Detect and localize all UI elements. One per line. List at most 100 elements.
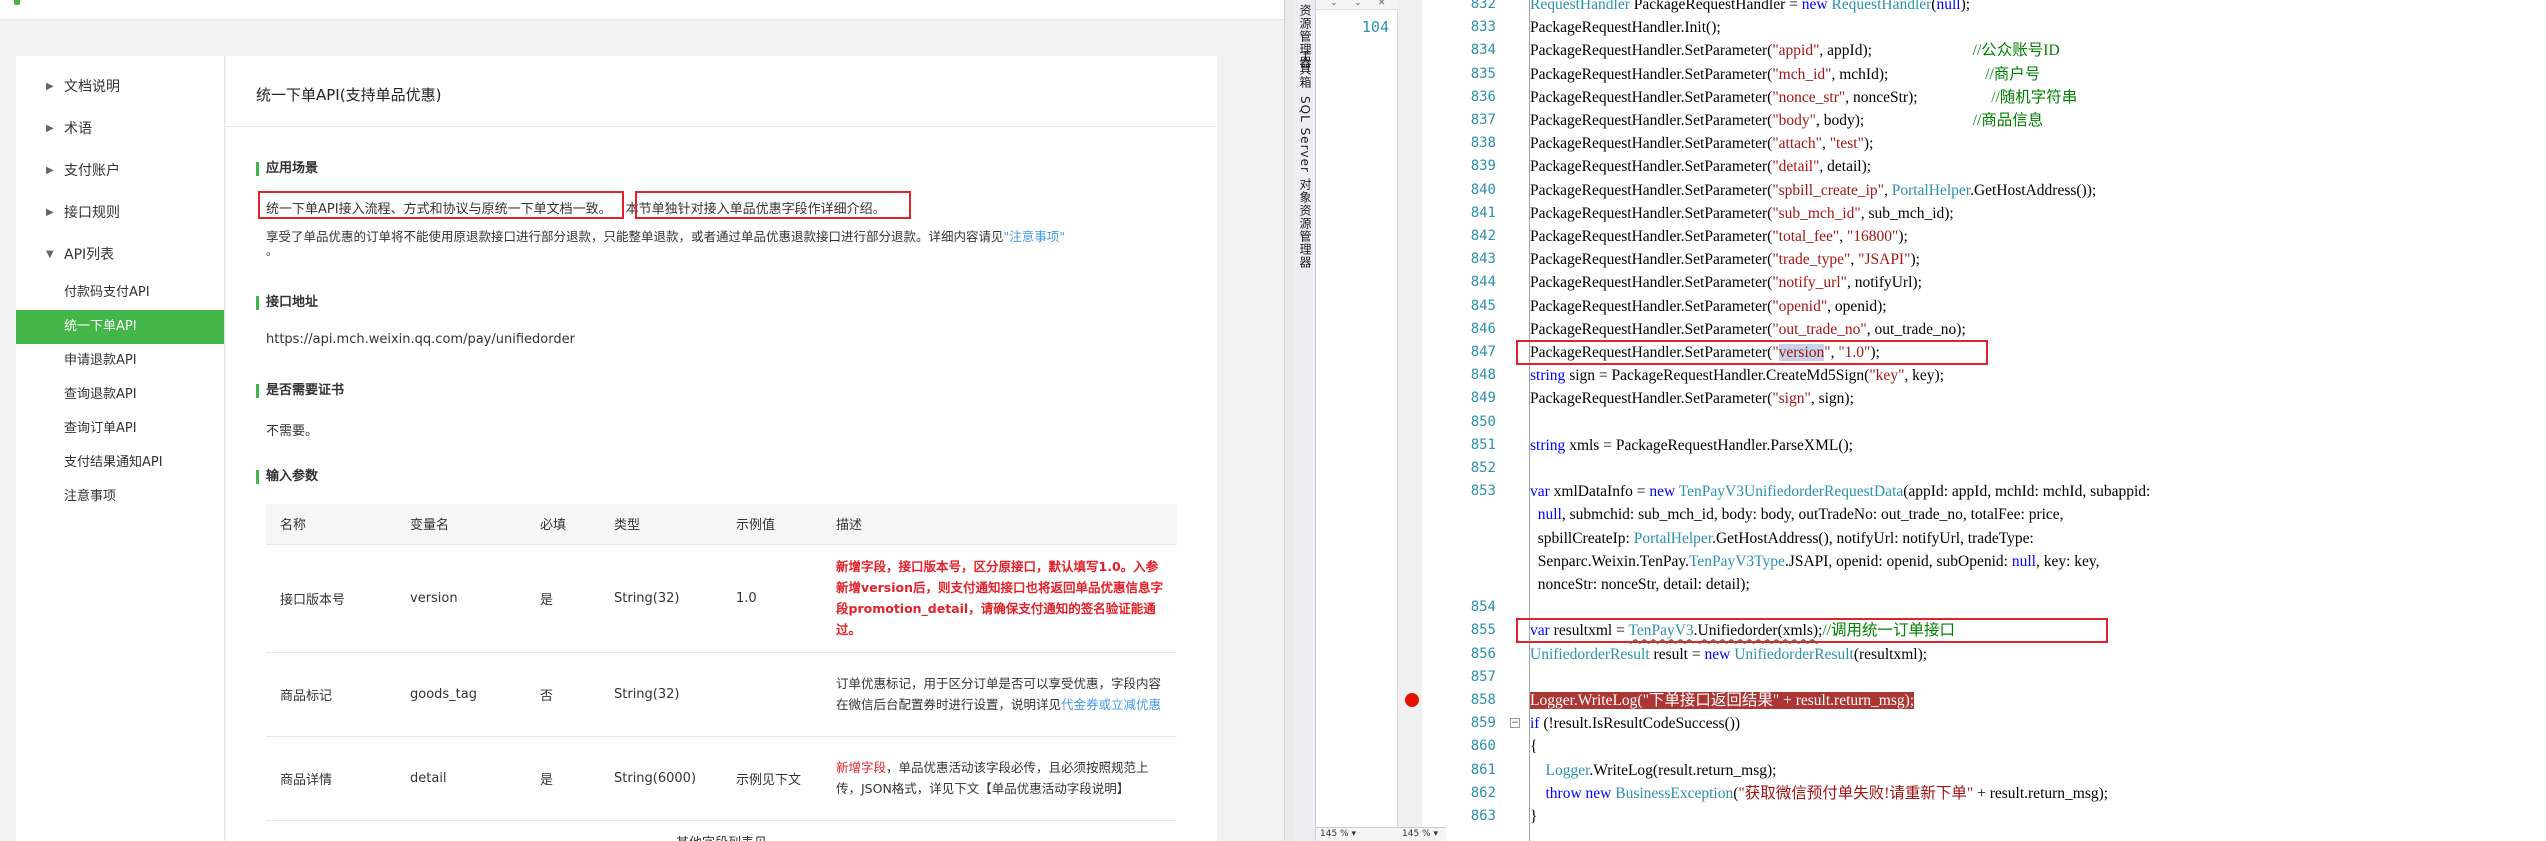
code-line[interactable]: string sign = PackageRequestHandler.Crea…	[1530, 364, 1944, 387]
line-number: 845	[1470, 297, 1496, 314]
close-icon[interactable]: ✕	[1378, 0, 1386, 8]
line-number: 832	[1470, 0, 1496, 12]
caret-right-icon: ▶	[46, 165, 54, 176]
notes-link[interactable]: "注意事项"	[1004, 229, 1066, 244]
code-line[interactable]: Senparc.Weixin.TenPay.TenPayV3Type.JSAPI…	[1530, 550, 2100, 573]
caret-right-icon: ▶	[46, 207, 54, 218]
pane-line-number: 104	[1361, 18, 1389, 36]
line-number: 859	[1470, 715, 1496, 732]
line-number: 861	[1470, 761, 1496, 778]
annotation-box-version-line	[1516, 340, 1988, 365]
code-line[interactable]: if (!result.IsResultCodeSuccess())	[1530, 712, 1740, 735]
line-number: 857	[1470, 668, 1496, 685]
cert-value: 不需要。	[266, 424, 319, 439]
zoom-level-right[interactable]: 145 % ▾	[1398, 827, 1446, 841]
code-line[interactable]: PackageRequestHandler.SetParameter("mch_…	[1530, 63, 2040, 86]
code-line[interactable]: PackageRequestHandler.SetParameter("atta…	[1530, 132, 1873, 155]
code-line[interactable]: PackageRequestHandler.SetParameter("body…	[1530, 109, 2043, 132]
breakpoint-margin[interactable]	[1398, 0, 1422, 841]
table-row: 接口版本号 version 是 String(32) 1.0 新增字段，接口版本…	[266, 544, 1177, 653]
code-line[interactable]: PackageRequestHandler.SetParameter("sub_…	[1530, 202, 1954, 225]
code-line[interactable]: Logger.WriteLog(result.return_msg);	[1530, 759, 1777, 782]
outline-margin: −	[1502, 0, 1530, 841]
nav-item-refund-query-api[interactable]: 查询退款API	[16, 378, 224, 412]
nav-group-api-list[interactable]: ▼ API列表	[16, 234, 224, 276]
line-number: 858	[1470, 692, 1496, 708]
nav-item-refund-api[interactable]: 申请退款API	[16, 344, 224, 378]
section-title-scene: 应用场景	[256, 162, 318, 176]
code-line[interactable]: }	[1530, 805, 1537, 828]
nav-group-doc-intro[interactable]: ▶ 文档说明	[16, 66, 224, 108]
collapse-icon[interactable]: −	[1510, 718, 1520, 729]
line-number: 833	[1470, 19, 1496, 36]
doc-browser-page: ▶ 文档说明 ▶ 术语 ▶ 支付账户 ▶ 接口规则 ▼ API列表 付款码支付API 统一…	[0, 0, 1284, 841]
code-line[interactable]: {	[1530, 735, 1537, 758]
code-line[interactable]: PackageRequestHandler.SetParameter("sign…	[1530, 387, 1854, 410]
line-number: 853	[1470, 483, 1496, 500]
annotation-box-protocol	[258, 191, 624, 219]
divider	[226, 126, 1217, 127]
nav-item-micropay-api[interactable]: 付款码支付API	[16, 276, 224, 310]
annotation-box-unifiedorder-call	[1516, 618, 2108, 644]
line-number: 834	[1470, 42, 1496, 59]
more-fields-text: 其他字段列表见	[266, 832, 1177, 841]
code-line[interactable]: UnifiedorderResult result = new Unifiedo…	[1530, 643, 1927, 666]
nav-item-unifiedorder-api[interactable]: 统一下单API	[16, 310, 224, 344]
annotation-box-promo	[635, 191, 911, 219]
scene-text-line2: 享受了单品优惠的订单将不能使用原退款接口进行部分退款，只能整单退款，或者通过单品…	[266, 229, 1066, 244]
code-line[interactable]: RequestHandler PackageRequestHandler = n…	[1530, 0, 1970, 16]
scene-text-line2-tail: 。	[266, 244, 279, 258]
coupon-link[interactable]: 代金券或立减优惠	[1061, 697, 1161, 712]
code-line[interactable]: PackageRequestHandler.SetParameter("out_…	[1530, 318, 1966, 341]
code-line[interactable]: PackageRequestHandler.SetParameter("appi…	[1530, 39, 2060, 62]
nav-item-notify-api[interactable]: 支付结果通知API	[16, 446, 224, 480]
nav-item-order-query-api[interactable]: 查询订单API	[16, 412, 224, 446]
code-line[interactable]: PackageRequestHandler.SetParameter("trad…	[1530, 248, 1920, 271]
caret-right-icon: ▶	[46, 123, 54, 134]
section-title-params: 输入参数	[256, 470, 318, 484]
window-splitter[interactable]	[1284, 0, 1294, 841]
nav-group-rules[interactable]: ▶ 接口规则	[16, 192, 224, 234]
code-area[interactable]: RequestHandler PackageRequestHandler = n…	[1516, 0, 2546, 841]
breakpoint-icon[interactable]	[1405, 693, 1419, 707]
code-line[interactable]: PackageRequestHandler.Init();	[1530, 16, 1721, 39]
code-line[interactable]: throw new BusinessException("获取微信预付单失败!请…	[1530, 782, 2109, 805]
screen: ▶ 文档说明 ▶ 术语 ▶ 支付账户 ▶ 接口规则 ▼ API列表 付款码支付API 统一…	[0, 0, 2546, 841]
nav-item-notes[interactable]: 注意事项	[16, 480, 224, 514]
code-line[interactable]: nonceStr: nonceStr, detail: detail);	[1530, 573, 1750, 596]
code-line[interactable]: PackageRequestHandler.SetParameter("open…	[1530, 295, 1887, 318]
section-title-endpoint: 接口地址	[256, 296, 318, 310]
code-line[interactable]: PackageRequestHandler.SetParameter("tota…	[1530, 225, 1908, 248]
nav-group-terms[interactable]: ▶ 术语	[16, 108, 224, 150]
col-header-type: 类型	[600, 504, 722, 545]
line-number: 856	[1470, 645, 1496, 662]
col-header-name: 名称	[266, 504, 396, 545]
code-line[interactable]: PackageRequestHandler.SetParameter("nonc…	[1530, 86, 2077, 109]
section-title-cert: 是否需要证书	[256, 384, 344, 398]
line-number: 855	[1470, 622, 1496, 639]
pane-top-controls: ⌄ ⌄ ✕	[1316, 0, 1398, 10]
code-line[interactable]: PackageRequestHandler.SetParameter("spbi…	[1530, 179, 2096, 202]
doc-content: 统一下单API(支持单品优惠) 应用场景 统一下单API接入流程、方式和协议与原…	[226, 56, 1217, 841]
chevron-down-icon[interactable]: ⌄	[1354, 0, 1362, 8]
line-number: 846	[1470, 320, 1496, 337]
code-editor[interactable]: 832 833 834 835 836 837 838 839 840 841 842 843 844 8…	[1398, 0, 2546, 841]
line-number: 837	[1470, 112, 1496, 128]
tab-sql-object-explorer[interactable]: SQL Server 对象资源管理器	[1297, 96, 1314, 269]
tab-toolbox[interactable]: 工具箱	[1297, 50, 1314, 89]
code-line[interactable]: PackageRequestHandler.SetParameter("deta…	[1530, 155, 1871, 178]
zoom-level-left[interactable]: 145 % ▾	[1316, 827, 1398, 841]
nav-group-accounts[interactable]: ▶ 支付账户	[16, 150, 224, 192]
code-line[interactable]: spbillCreateIp: PortalHelper.GetHostAddr…	[1530, 527, 2034, 550]
code-line[interactable]: var xmlDataInfo = new TenPayV3Unifiedord…	[1530, 480, 2150, 503]
chevron-down-icon[interactable]: ⌄	[1330, 0, 1338, 8]
page-title: 统一下单API(支持单品优惠)	[256, 86, 442, 104]
code-line[interactable]: null, submchid: sub_mch_id, body: body, …	[1530, 503, 2064, 526]
code-line[interactable]: string xmls = PackageRequestHandler.Pars…	[1530, 434, 1853, 457]
table-header-row: 名称 变量名 必填 类型 示例值 描述	[266, 504, 1177, 545]
line-number: 848	[1470, 367, 1496, 384]
code-line[interactable]: Logger.WriteLog("下单接口返回结果" + result.retu…	[1530, 689, 1915, 712]
table-row: 商品详情 detail 是 String(6000) 示例见下文 新增字段，单品…	[266, 736, 1177, 821]
code-line[interactable]: PackageRequestHandler.SetParameter("noti…	[1530, 271, 1922, 294]
tool-window-tabs: 资源管理器 工具箱 SQL Server 对象资源管理器	[1294, 0, 1316, 841]
